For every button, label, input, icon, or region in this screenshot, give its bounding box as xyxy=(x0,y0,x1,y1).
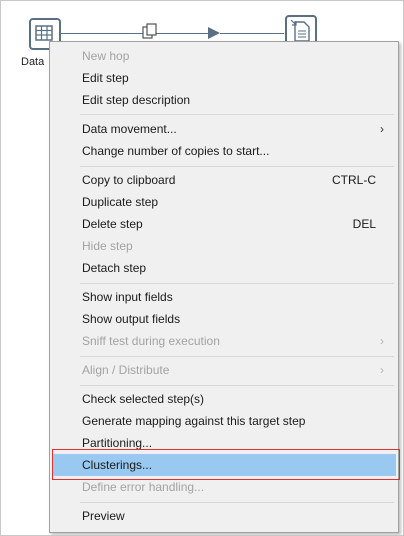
hop-line[interactable] xyxy=(61,33,211,34)
menu-item-label: Align / Distribute xyxy=(82,363,170,377)
hop-arrow-icon xyxy=(208,27,220,39)
shortcut-text: DEL xyxy=(352,217,376,231)
menu-separator xyxy=(80,283,394,284)
menu-item-label: Sniff test during execution xyxy=(82,334,220,348)
menu-item-edit-step-description[interactable]: Edit step description xyxy=(52,89,396,111)
menu-item-data-movement[interactable]: Data movement... › xyxy=(52,118,396,140)
menu-separator xyxy=(80,114,394,115)
menu-item-label: Data movement... xyxy=(82,122,177,136)
step-label: Data xyxy=(21,56,45,68)
menu-item-detach-step[interactable]: Detach step xyxy=(52,257,396,279)
menu-item-label: Show output fields xyxy=(82,312,181,326)
menu-item-edit-step[interactable]: Edit step xyxy=(52,67,396,89)
menu-item-label: Generate mapping against this target ste… xyxy=(82,414,306,428)
menu-item-new-hop: New hop xyxy=(52,45,396,67)
menu-item-label: Copy to clipboard xyxy=(82,173,176,187)
submenu-arrow-icon: › xyxy=(380,334,384,348)
menu-item-sniff-test: Sniff test during execution › xyxy=(52,330,396,352)
menu-item-show-input-fields[interactable]: Show input fields xyxy=(52,286,396,308)
menu-item-change-copies[interactable]: Change number of copies to start... xyxy=(52,140,396,162)
annotation-highlight-box xyxy=(52,449,400,480)
menu-item-generate-mapping[interactable]: Generate mapping against this target ste… xyxy=(52,410,396,432)
submenu-arrow-icon: › xyxy=(380,122,384,136)
menu-separator xyxy=(80,502,394,503)
shortcut-text: CTRL-C xyxy=(332,173,376,187)
menu-separator xyxy=(80,356,394,357)
menu-item-copy-to-clipboard[interactable]: Copy to clipboard CTRL-C xyxy=(52,169,396,191)
menu-item-duplicate-step[interactable]: Duplicate step xyxy=(52,191,396,213)
menu-item-label: Detach step xyxy=(82,261,147,275)
menu-item-delete-step[interactable]: Delete step DEL xyxy=(52,213,396,235)
menu-item-label: Edit step description xyxy=(82,93,191,107)
menu-item-label: Preview xyxy=(82,509,125,523)
menu-item-preview[interactable]: Preview xyxy=(52,505,396,527)
menu-item-label: Edit step xyxy=(82,71,129,85)
submenu-arrow-icon: › xyxy=(380,363,384,377)
menu-item-align-distribute: Align / Distribute › xyxy=(52,359,396,381)
menu-item-label: New hop xyxy=(82,49,130,63)
copy-rows-icon xyxy=(141,23,159,41)
hop-line-end xyxy=(220,33,284,34)
menu-item-label: Duplicate step xyxy=(82,195,159,209)
menu-item-label: Delete step xyxy=(82,217,143,231)
menu-item-label: Change number of copies to start... xyxy=(82,144,270,158)
menu-separator xyxy=(80,166,394,167)
menu-item-check-selected-steps[interactable]: Check selected step(s) xyxy=(52,388,396,410)
menu-item-show-output-fields[interactable]: Show output fields xyxy=(52,308,396,330)
menu-item-label: Show input fields xyxy=(82,290,173,304)
menu-item-hide-step: Hide step xyxy=(52,235,396,257)
menu-item-label: Hide step xyxy=(82,239,133,253)
menu-separator xyxy=(80,385,394,386)
menu-item-label: Check selected step(s) xyxy=(82,392,205,406)
